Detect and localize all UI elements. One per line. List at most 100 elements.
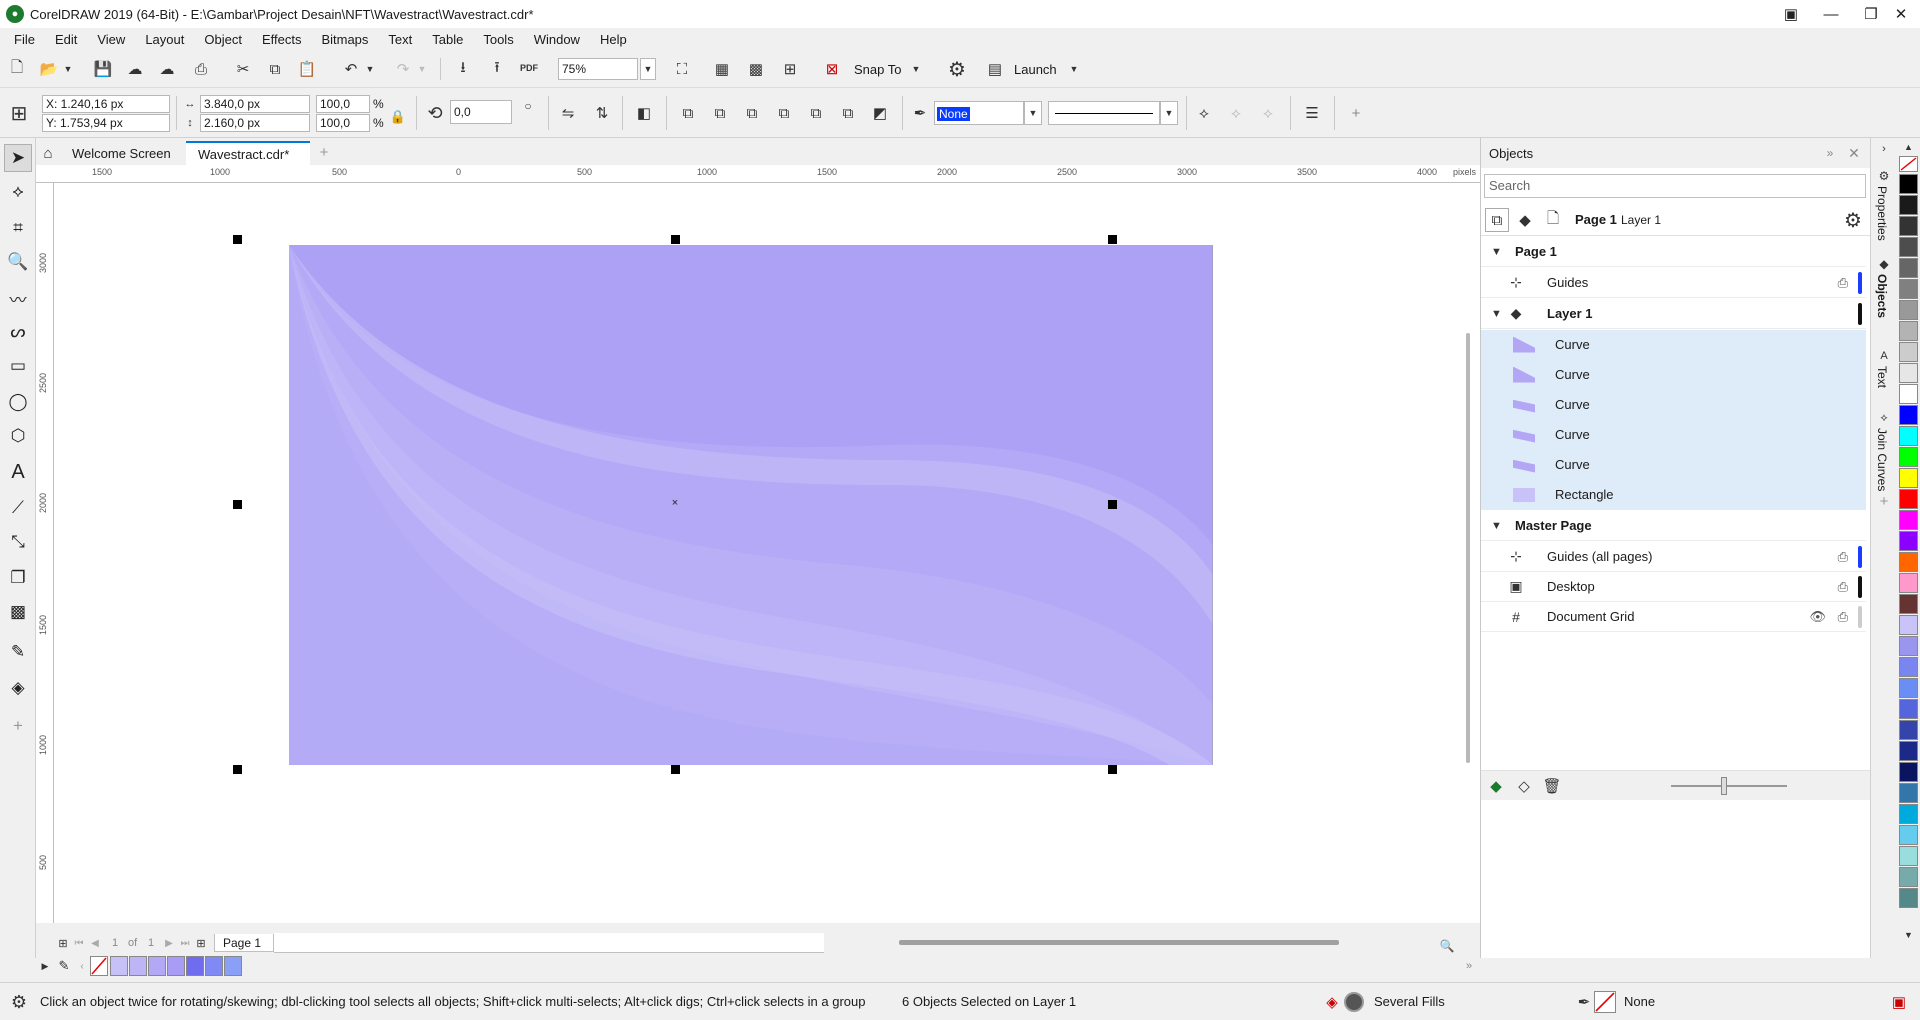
- objects-options-gear-icon[interactable]: ⚙: [1841, 208, 1865, 232]
- palette-color-swatch[interactable]: [1899, 384, 1918, 404]
- zoom-tool-icon[interactable]: 🔍: [4, 248, 32, 276]
- print-export-icon[interactable]: ⎙: [1838, 609, 1848, 625]
- objects-search-input[interactable]: Search: [1484, 174, 1866, 198]
- no-color-swatch[interactable]: [90, 956, 108, 976]
- zoom-dropdown-icon[interactable]: ▼: [640, 58, 656, 80]
- reference-point-icon[interactable]: ⊞: [4, 98, 34, 128]
- line-style-dropdown-icon[interactable]: ▼: [1160, 101, 1178, 125]
- guides-color-bar[interactable]: [1858, 271, 1862, 294]
- new-document-icon[interactable]: 🗋: [6, 58, 28, 80]
- palette-color-swatch[interactable]: [1899, 342, 1918, 362]
- print-export-icon[interactable]: ⎙: [1838, 579, 1848, 595]
- palette-scroll-right-icon[interactable]: »: [1460, 957, 1478, 975]
- menu-table[interactable]: Table: [422, 32, 473, 47]
- palette-color-swatch[interactable]: [1899, 594, 1918, 614]
- document-color-swatch[interactable]: [224, 956, 242, 976]
- save-icon[interactable]: 💾: [92, 58, 114, 80]
- snap-to-dropdown-icon[interactable]: ▼: [910, 58, 922, 80]
- selection-handle-mr[interactable]: [1108, 500, 1117, 509]
- pdf-export-icon[interactable]: PDF: [516, 56, 542, 80]
- page-icon[interactable]: 🗋: [1541, 208, 1565, 232]
- tab-welcome-screen[interactable]: Welcome Screen: [60, 141, 184, 165]
- options-gear-icon[interactable]: ⚙: [944, 57, 970, 81]
- color-eyedropper-icon[interactable]: ✎: [54, 957, 74, 975]
- grid-color-bar[interactable]: [1858, 605, 1862, 628]
- menu-object[interactable]: Object: [194, 32, 252, 47]
- intersect-icon[interactable]: ⧉: [740, 101, 764, 125]
- tree-page-1[interactable]: ▼ Page 1: [1481, 237, 1866, 267]
- tree-master-page[interactable]: ▼ Master Page: [1481, 511, 1866, 541]
- selection-handle-bc[interactable]: [671, 765, 680, 774]
- properties-tab-icon[interactable]: ⚙: [1875, 168, 1893, 184]
- artistic-media-tool-icon[interactable]: ᔕ: [4, 318, 32, 346]
- undo-icon[interactable]: ↶: [340, 58, 362, 80]
- palette-scroll-up-icon[interactable]: ▲: [1899, 140, 1918, 154]
- simplify-icon[interactable]: ⧉: [772, 101, 796, 125]
- menu-window[interactable]: Window: [524, 32, 590, 47]
- print-export-icon[interactable]: ⎙: [1838, 549, 1848, 565]
- add-page-before-icon[interactable]: ⊞: [56, 935, 70, 951]
- palette-color-swatch[interactable]: [1899, 258, 1918, 278]
- palette-color-swatch[interactable]: [1899, 321, 1918, 341]
- add-docker-icon[interactable]: +: [1875, 492, 1893, 510]
- menu-file[interactable]: File: [4, 32, 45, 47]
- menu-bitmaps[interactable]: Bitmaps: [311, 32, 378, 47]
- color-proof-icon[interactable]: ▣: [1888, 991, 1910, 1013]
- menu-edit[interactable]: Edit: [45, 32, 87, 47]
- palette-color-swatch[interactable]: [1899, 447, 1918, 467]
- palette-color-swatch[interactable]: [1899, 573, 1918, 593]
- text-tab-icon[interactable]: A: [1875, 348, 1893, 364]
- menu-tools[interactable]: Tools: [473, 32, 523, 47]
- palette-color-swatch[interactable]: [1899, 405, 1918, 425]
- align-distribute-icon[interactable]: ☰: [1300, 101, 1324, 125]
- palette-color-swatch[interactable]: [1899, 426, 1918, 446]
- docker-tab-join-curves[interactable]: Join Curves: [1875, 428, 1889, 491]
- document-color-swatch[interactable]: [186, 956, 204, 976]
- palette-color-swatch[interactable]: [1899, 762, 1918, 782]
- connector-tool-icon[interactable]: ⤡: [4, 528, 32, 556]
- text-tool-icon[interactable]: A: [4, 458, 32, 486]
- close-button[interactable]: ✕: [1882, 0, 1920, 28]
- pick-tool-icon[interactable]: ➤: [4, 144, 32, 172]
- visibility-eye-icon[interactable]: 👁: [1809, 609, 1826, 625]
- new-layer-icon[interactable]: ◆: [1485, 775, 1507, 797]
- palette-color-swatch[interactable]: [1899, 300, 1918, 320]
- palette-color-swatch[interactable]: [1899, 741, 1918, 761]
- mirror-horizontal-icon[interactable]: ⇋: [556, 101, 580, 125]
- combine-icon[interactable]: ◧: [632, 101, 656, 125]
- selection-handle-tc[interactable]: [671, 235, 680, 244]
- horizontal-scrollbar[interactable]: [899, 940, 1339, 945]
- palette-color-swatch[interactable]: [1899, 195, 1918, 215]
- next-page-icon[interactable]: ▶: [162, 935, 176, 951]
- print-icon[interactable]: ⎙: [190, 58, 212, 80]
- rectangle-tool-icon[interactable]: ▭: [4, 352, 32, 380]
- tree-master-guides[interactable]: ⊹ Guides (all pages) ⎙: [1481, 542, 1866, 572]
- add-tool-icon[interactable]: +: [4, 712, 32, 740]
- selection-handle-tr[interactable]: [1108, 235, 1117, 244]
- palette-color-swatch[interactable]: [1899, 636, 1918, 656]
- add-page-after-icon[interactable]: ⊞: [194, 935, 208, 951]
- launch-label[interactable]: Launch: [1014, 62, 1057, 77]
- status-settings-gear-icon[interactable]: ⚙: [8, 991, 30, 1013]
- launch-dropdown-icon[interactable]: ▼: [1068, 58, 1080, 80]
- palette-color-swatch[interactable]: [1899, 363, 1918, 383]
- mirror-vertical-icon[interactable]: ⇅: [590, 101, 614, 125]
- selection-handle-tl[interactable]: [233, 235, 242, 244]
- tree-document-grid[interactable]: # Document Grid 👁 ⎙: [1481, 602, 1866, 632]
- dock-collapse-icon[interactable]: ›: [1875, 140, 1893, 158]
- tree-item-curve[interactable]: Curve: [1481, 360, 1866, 390]
- polygon-tool-icon[interactable]: ⬡: [4, 422, 32, 450]
- docker-tab-objects[interactable]: Objects: [1875, 274, 1889, 318]
- palette-color-swatch[interactable]: [1899, 720, 1918, 740]
- palette-color-swatch[interactable]: [1899, 279, 1918, 299]
- menu-help[interactable]: Help: [590, 32, 637, 47]
- back-minus-front-icon[interactable]: ⧉: [836, 101, 860, 125]
- height-field[interactable]: 2.160,0 px: [200, 114, 310, 132]
- document-color-swatch[interactable]: [148, 956, 166, 976]
- zoom-level-field[interactable]: 75%: [558, 58, 638, 80]
- shape-tool-icon[interactable]: ⟡: [4, 178, 32, 206]
- palette-menu-icon[interactable]: ▶: [38, 957, 52, 975]
- outline-width-field[interactable]: None: [934, 101, 1024, 125]
- new-master-layer-icon[interactable]: ◇: [1513, 775, 1535, 797]
- menu-text[interactable]: Text: [378, 32, 422, 47]
